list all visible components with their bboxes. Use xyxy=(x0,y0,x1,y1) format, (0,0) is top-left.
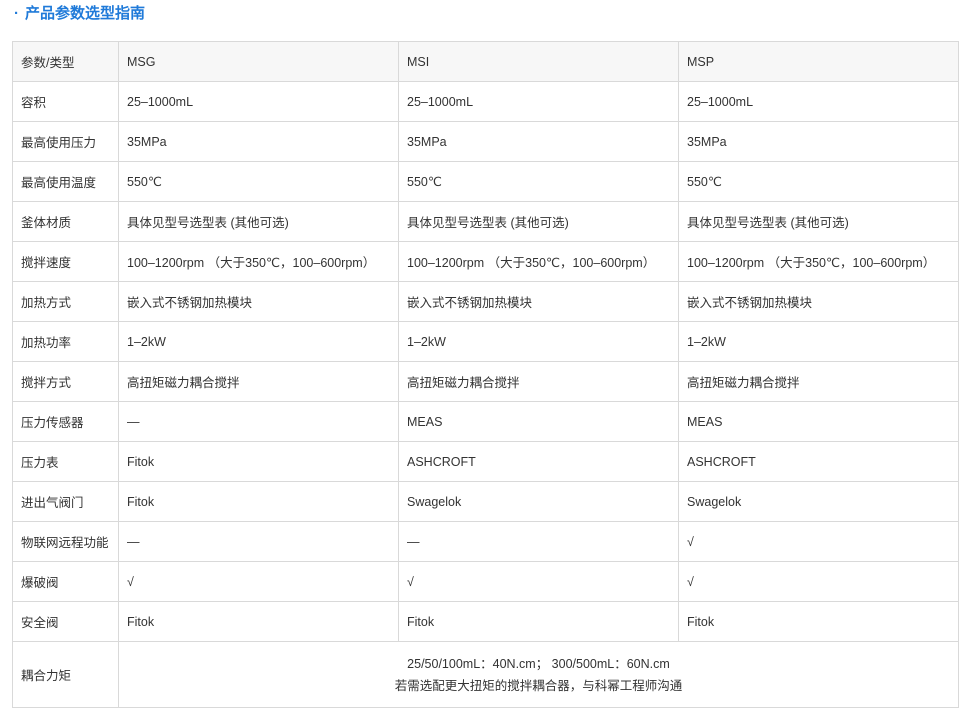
table-cell: Fitok xyxy=(398,601,679,642)
table-cell: 高扭矩磁力耦合搅拌 xyxy=(398,361,679,402)
table-cell: 100–1200rpm （大于350℃，100–600rpm） xyxy=(118,241,399,282)
table-cell: Fitok xyxy=(678,601,959,642)
heading-bullet: · xyxy=(14,5,19,22)
table-row: 最高使用温度 550℃ 550℃ 550℃ xyxy=(12,161,959,202)
table-cell: 1–2kW xyxy=(398,321,679,362)
table-cell: 嵌入式不锈钢加热模块 xyxy=(398,281,679,322)
row-label: 容积 xyxy=(12,81,119,122)
table-cell: √ xyxy=(398,561,679,602)
table-cell: 1–2kW xyxy=(118,321,399,362)
table-header-row: 参数/类型 MSG MSI MSP xyxy=(12,41,959,82)
row-label: 搅拌速度 xyxy=(12,241,119,282)
torque-cell: 25/50/100mL：40N.cm； 300/500mL：60N.cm 若需选… xyxy=(118,641,959,708)
table-cell: 嵌入式不锈钢加热模块 xyxy=(678,281,959,322)
table-cell: 550℃ xyxy=(678,161,959,202)
table-row: 爆破阀 √ √ √ xyxy=(12,561,959,602)
table-cell: — xyxy=(118,521,399,562)
table-cell: Fitok xyxy=(118,441,399,482)
row-label: 加热方式 xyxy=(12,281,119,322)
row-label: 进出气阀门 xyxy=(12,481,119,522)
spec-table: 参数/类型 MSG MSI MSP 容积 25–1000mL 25–1000mL… xyxy=(12,41,959,708)
torque-row: 耦合力矩 25/50/100mL：40N.cm； 300/500mL：60N.c… xyxy=(12,641,959,708)
table-row: 压力传感器 — MEAS MEAS xyxy=(12,401,959,442)
table-row: 容积 25–1000mL 25–1000mL 25–1000mL xyxy=(12,81,959,122)
torque-line-2: 若需选配更大扭矩的搅拌耦合器，与科幂工程师沟通 xyxy=(394,678,683,693)
table-cell: √ xyxy=(678,561,959,602)
table-cell: — xyxy=(118,401,399,442)
table-cell: — xyxy=(398,521,679,562)
table-cell: Fitok xyxy=(118,481,399,522)
table-row: 最高使用压力 35MPa 35MPa 35MPa xyxy=(12,121,959,162)
table-cell: 35MPa xyxy=(398,121,679,162)
torque-line-1: 25/50/100mL：40N.cm； 300/500mL：60N.cm xyxy=(407,656,670,671)
table-cell: 35MPa xyxy=(118,121,399,162)
table-row: 安全阀 Fitok Fitok Fitok xyxy=(12,601,959,642)
row-label: 物联网远程功能 xyxy=(12,521,119,562)
table-cell: 高扭矩磁力耦合搅拌 xyxy=(678,361,959,402)
row-label: 加热功率 xyxy=(12,321,119,362)
table-cell: 100–1200rpm （大于350℃，100–600rpm） xyxy=(398,241,679,282)
section-heading: · 产品参数选型指南 xyxy=(14,4,145,24)
table-cell: Swagelok xyxy=(398,481,679,522)
table-cell: MEAS xyxy=(398,401,679,442)
row-label: 最高使用压力 xyxy=(12,121,119,162)
row-label: 压力传感器 xyxy=(12,401,119,442)
header-cell-msg: MSG xyxy=(118,41,399,82)
table-cell: 具体见型号选型表 (其他可选) xyxy=(678,201,959,242)
table-cell: 550℃ xyxy=(398,161,679,202)
table-cell: 550℃ xyxy=(118,161,399,202)
table-cell: √ xyxy=(118,561,399,602)
heading-title: 产品参数选型指南 xyxy=(25,5,146,22)
table-cell: MEAS xyxy=(678,401,959,442)
table-cell: 嵌入式不锈钢加热模块 xyxy=(118,281,399,322)
header-cell-msi: MSI xyxy=(398,41,679,82)
row-label: 安全阀 xyxy=(12,601,119,642)
table-cell: 25–1000mL xyxy=(398,81,679,122)
table-row: 物联网远程功能 — — √ xyxy=(12,521,959,562)
header-cell-msp: MSP xyxy=(678,41,959,82)
table-cell: Fitok xyxy=(118,601,399,642)
row-label: 耦合力矩 xyxy=(12,641,119,708)
table-row: 搅拌方式 高扭矩磁力耦合搅拌 高扭矩磁力耦合搅拌 高扭矩磁力耦合搅拌 xyxy=(12,361,959,402)
table-cell: 35MPa xyxy=(678,121,959,162)
table-cell: 高扭矩磁力耦合搅拌 xyxy=(118,361,399,402)
table-row: 加热功率 1–2kW 1–2kW 1–2kW xyxy=(12,321,959,362)
row-label: 搅拌方式 xyxy=(12,361,119,402)
table-row: 搅拌速度 100–1200rpm （大于350℃，100–600rpm） 100… xyxy=(12,241,959,282)
table-row: 加热方式 嵌入式不锈钢加热模块 嵌入式不锈钢加热模块 嵌入式不锈钢加热模块 xyxy=(12,281,959,322)
table-cell: 100–1200rpm （大于350℃，100–600rpm） xyxy=(678,241,959,282)
row-label: 爆破阀 xyxy=(12,561,119,602)
header-cell-param: 参数/类型 xyxy=(12,41,119,82)
table-cell: 具体见型号选型表 (其他可选) xyxy=(398,201,679,242)
table-cell: 具体见型号选型表 (其他可选) xyxy=(118,201,399,242)
table-row: 压力表 Fitok ASHCROFT ASHCROFT xyxy=(12,441,959,482)
row-label: 釜体材质 xyxy=(12,201,119,242)
row-label: 压力表 xyxy=(12,441,119,482)
row-label: 最高使用温度 xyxy=(12,161,119,202)
table-cell: 25–1000mL xyxy=(678,81,959,122)
table-cell: √ xyxy=(678,521,959,562)
table-cell: Swagelok xyxy=(678,481,959,522)
table-row: 釜体材质 具体见型号选型表 (其他可选) 具体见型号选型表 (其他可选) 具体见… xyxy=(12,201,959,242)
table-cell: ASHCROFT xyxy=(678,441,959,482)
table-cell: 1–2kW xyxy=(678,321,959,362)
table-row: 进出气阀门 Fitok Swagelok Swagelok xyxy=(12,481,959,522)
table-cell: ASHCROFT xyxy=(398,441,679,482)
table-cell: 25–1000mL xyxy=(118,81,399,122)
